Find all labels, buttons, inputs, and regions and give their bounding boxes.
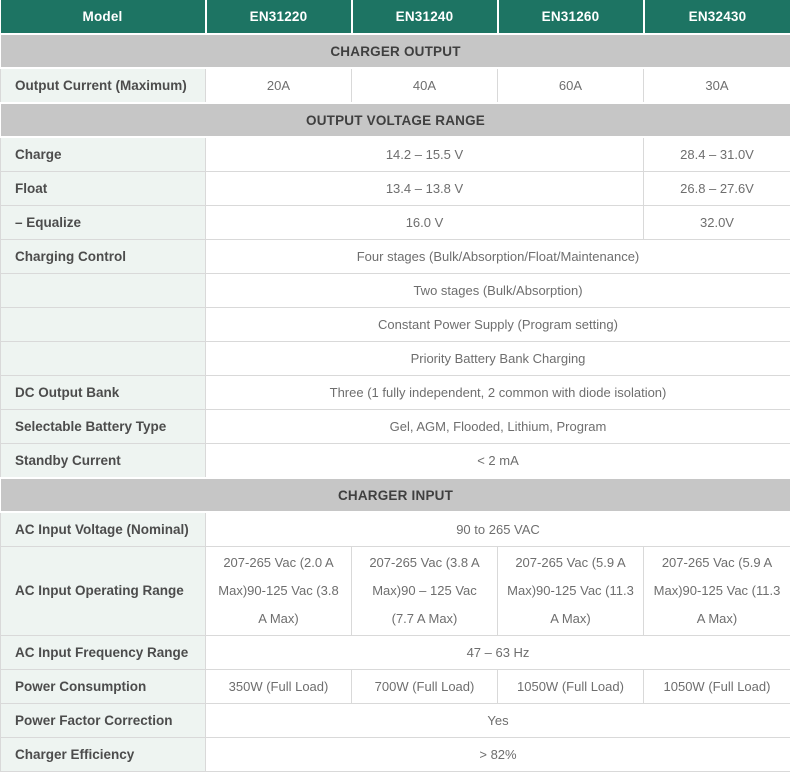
table-row: – Equalize 16.0 V 32.0V <box>1 206 790 240</box>
row-label-ac-input-frequency: AC Input Frequency Range <box>1 636 206 670</box>
value-cell: 16.0 V <box>206 206 644 240</box>
value-cell: 1050W (Full Load) <box>644 670 790 704</box>
value-cell: 26.8 – 27.6V <box>644 172 790 206</box>
table-row: Float 13.4 – 13.8 V 26.8 – 27.6V <box>1 172 790 206</box>
value-cell: Gel, AGM, Flooded, Lithium, Program <box>206 410 790 444</box>
value-cell: 32.0V <box>644 206 790 240</box>
section-header-row: OUTPUT VOLTAGE RANGE <box>1 103 790 137</box>
value-cell: 13.4 – 13.8 V <box>206 172 644 206</box>
row-label-charger-efficiency: Charger Efficiency <box>1 738 206 772</box>
value-cell: 60A <box>498 68 644 103</box>
table-row: DC Output Bank Three (1 fully independen… <box>1 376 790 410</box>
model-column-header: Model <box>1 0 206 34</box>
model-header-row: Model EN31220 EN31240 EN31260 EN32430 <box>1 0 790 34</box>
value-cell: 28.4 – 31.0V <box>644 137 790 172</box>
value-cell: Three (1 fully independent, 2 common wit… <box>206 376 790 410</box>
value-cell: Yes <box>206 704 790 738</box>
row-label-standby-current: Standby Current <box>1 444 206 479</box>
value-cell: 700W (Full Load) <box>352 670 498 704</box>
value-cell: 47 – 63 Hz <box>206 636 790 670</box>
row-label-selectable-battery-type: Selectable Battery Type <box>1 410 206 444</box>
row-label-ac-input-operating-range: AC Input Operating Range <box>1 547 206 636</box>
value-cell: 1050W (Full Load) <box>498 670 644 704</box>
section-output-voltage-range: OUTPUT VOLTAGE RANGE <box>1 103 790 137</box>
table-row: Power Factor Correction Yes <box>1 704 790 738</box>
value-cell: > 82% <box>206 738 790 772</box>
row-label-ac-input-voltage: AC Input Voltage (Nominal) <box>1 512 206 547</box>
value-cell: 207-265 Vac (5.9 A Max)90-125 Vac (11.3 … <box>644 547 790 636</box>
value-cell: Two stages (Bulk/Absorption) <box>206 274 790 308</box>
row-label-charge: Charge <box>1 137 206 172</box>
row-label-empty <box>1 308 206 342</box>
table-row: Priority Battery Bank Charging <box>1 342 790 376</box>
row-label-power-consumption: Power Consumption <box>1 670 206 704</box>
row-label-dc-output-bank: DC Output Bank <box>1 376 206 410</box>
section-header-row: CHARGER OUTPUT <box>1 34 790 68</box>
value-cell: Priority Battery Bank Charging <box>206 342 790 376</box>
model-header-en32430: EN32430 <box>644 0 790 34</box>
row-label-empty <box>1 274 206 308</box>
value-cell: 90 to 265 VAC <box>206 512 790 547</box>
row-label-equalize: – Equalize <box>1 206 206 240</box>
value-cell: 207-265 Vac (3.8 A Max)90 – 125 Vac (7.7… <box>352 547 498 636</box>
row-label-float: Float <box>1 172 206 206</box>
row-label-empty <box>1 342 206 376</box>
model-header-en31240: EN31240 <box>352 0 498 34</box>
value-cell: 350W (Full Load) <box>206 670 352 704</box>
value-cell: Constant Power Supply (Program setting) <box>206 308 790 342</box>
table-row: Output Current (Maximum) 20A 40A 60A 30A <box>1 68 790 103</box>
table-row: Charger Efficiency > 82% <box>1 738 790 772</box>
table-row: Constant Power Supply (Program setting) <box>1 308 790 342</box>
value-cell: Four stages (Bulk/Absorption/Float/Maint… <box>206 240 790 274</box>
charger-spec-table: Model EN31220 EN31240 EN31260 EN32430 CH… <box>0 0 790 772</box>
value-cell: 40A <box>352 68 498 103</box>
value-cell: 20A <box>206 68 352 103</box>
value-cell: 207-265 Vac (2.0 A Max)90-125 Vac (3.8 A… <box>206 547 352 636</box>
model-header-en31220: EN31220 <box>206 0 352 34</box>
section-header-row: CHARGER INPUT <box>1 478 790 512</box>
value-cell: 14.2 – 15.5 V <box>206 137 644 172</box>
section-charger-input: CHARGER INPUT <box>1 478 790 512</box>
table-row: AC Input Frequency Range 47 – 63 Hz <box>1 636 790 670</box>
value-cell: 207-265 Vac (5.9 A Max)90-125 Vac (11.3 … <box>498 547 644 636</box>
model-header-en31260: EN31260 <box>498 0 644 34</box>
value-cell: < 2 mA <box>206 444 790 479</box>
table-row: AC Input Voltage (Nominal) 90 to 265 VAC <box>1 512 790 547</box>
section-charger-output: CHARGER OUTPUT <box>1 34 790 68</box>
table-row: Charge 14.2 – 15.5 V 28.4 – 31.0V <box>1 137 790 172</box>
table-row: Charging Control Four stages (Bulk/Absor… <box>1 240 790 274</box>
table-row: Selectable Battery Type Gel, AGM, Floode… <box>1 410 790 444</box>
table-row: Two stages (Bulk/Absorption) <box>1 274 790 308</box>
table-row: AC Input Operating Range 207-265 Vac (2.… <box>1 547 790 636</box>
value-cell: 30A <box>644 68 790 103</box>
row-label-output-current: Output Current (Maximum) <box>1 68 206 103</box>
row-label-power-factor-correction: Power Factor Correction <box>1 704 206 738</box>
table-row: Standby Current < 2 mA <box>1 444 790 479</box>
table-row: Power Consumption 350W (Full Load) 700W … <box>1 670 790 704</box>
row-label-charging-control: Charging Control <box>1 240 206 274</box>
